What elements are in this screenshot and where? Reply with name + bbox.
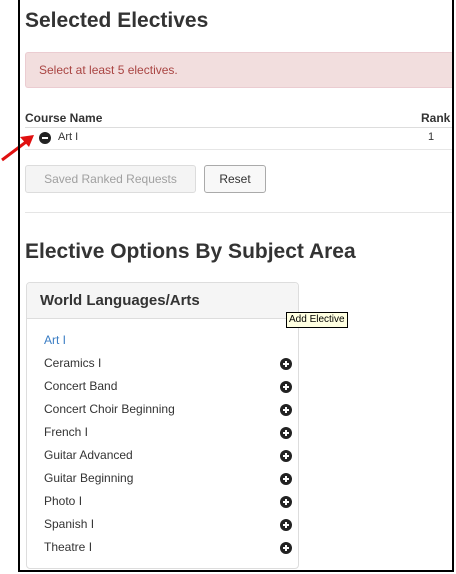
add-elective-icon[interactable] — [280, 496, 292, 508]
list-item: French I — [44, 425, 89, 439]
list-item: Guitar Beginning — [44, 471, 134, 485]
list-item-selected[interactable]: Art I — [44, 333, 66, 347]
list-item: Theatre I — [44, 540, 93, 554]
list-item: Concert Band — [44, 379, 118, 393]
electives-panel: Selected Electives Select at least 5 ele… — [18, 0, 454, 572]
column-course-name: Course Name — [25, 111, 103, 125]
add-elective-icon[interactable] — [280, 381, 292, 393]
add-elective-icon[interactable] — [280, 519, 292, 531]
add-elective-tooltip: Add Elective — [286, 312, 348, 328]
add-elective-icon[interactable] — [280, 404, 292, 416]
add-elective-icon[interactable] — [280, 542, 292, 554]
selected-electives-title: Selected Electives — [25, 9, 209, 32]
add-elective-icon[interactable] — [280, 358, 292, 370]
selected-table-header: Course Name Rank — [25, 111, 452, 128]
row-divider — [25, 149, 452, 150]
minimum-electives-alert: Select at least 5 electives. — [25, 52, 452, 88]
section-divider — [25, 212, 452, 213]
table-row: Art I 1 — [25, 130, 452, 146]
list-item: Photo I — [44, 494, 83, 508]
saved-ranked-requests-button[interactable]: Saved Ranked Requests — [25, 165, 196, 193]
reset-button[interactable]: Reset — [204, 165, 266, 193]
list-item: Ceramics I — [44, 356, 102, 370]
add-elective-icon[interactable] — [280, 427, 292, 439]
list-item: Spanish I — [44, 517, 95, 531]
alert-text: Select at least 5 electives. — [39, 63, 178, 77]
subject-area-panel: World Languages/Arts Art I Ceramics I Co… — [26, 282, 299, 569]
column-rank: Rank — [421, 111, 451, 125]
remove-elective-icon[interactable] — [39, 132, 51, 144]
course-name-cell: Art I — [58, 131, 79, 143]
subject-area-header[interactable]: World Languages/Arts — [27, 283, 298, 319]
list-item: Concert Choir Beginning — [44, 402, 175, 416]
rank-cell: 1 — [428, 131, 435, 143]
add-elective-icon[interactable] — [280, 450, 292, 462]
add-elective-icon[interactable] — [280, 473, 292, 485]
elective-options-title: Elective Options By Subject Area — [25, 240, 356, 263]
list-item: Guitar Advanced — [44, 448, 133, 462]
